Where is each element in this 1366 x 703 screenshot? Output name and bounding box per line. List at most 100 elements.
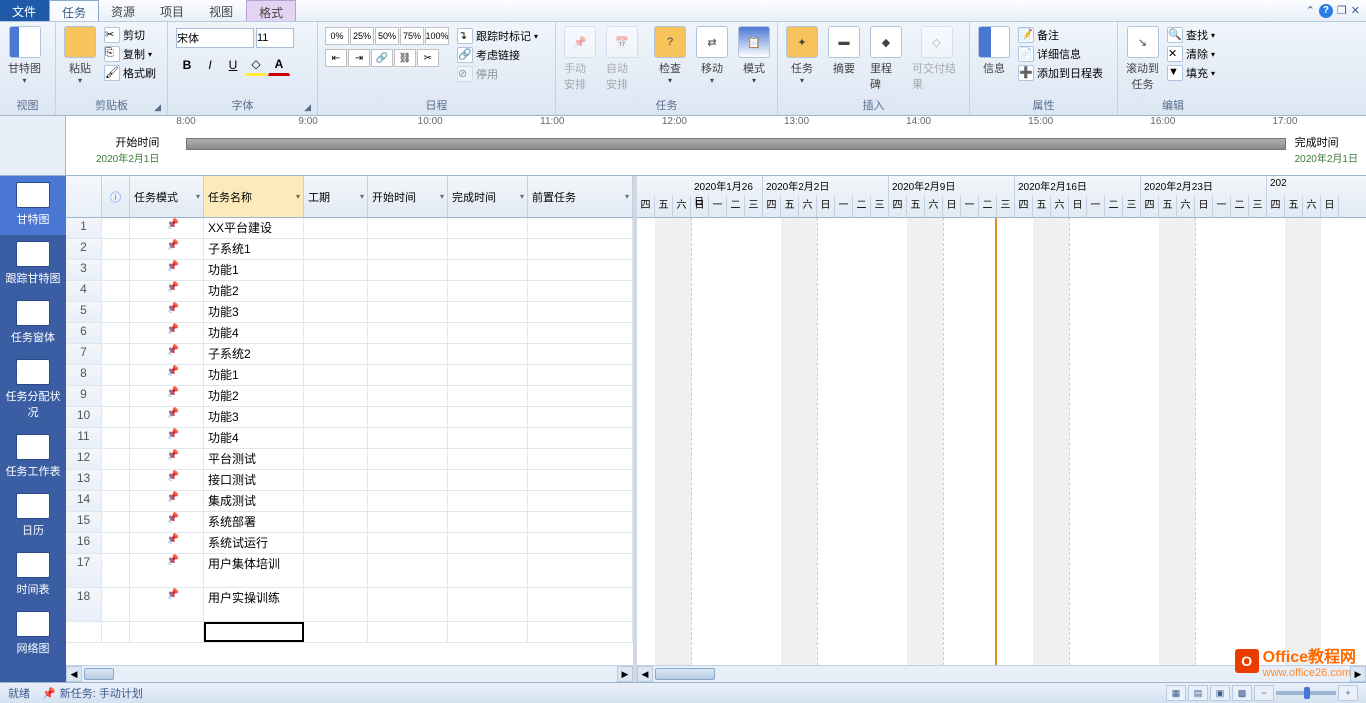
gantt-view-button[interactable]: 甘特图▾	[4, 24, 45, 87]
chevron-down-icon[interactable]: ▾	[196, 192, 200, 201]
format-painter-button[interactable]: 🖌格式刷	[102, 64, 158, 82]
minimize-ribbon-icon[interactable]: ⌃	[1306, 4, 1315, 17]
clear-button[interactable]: ✕清除▾	[1165, 45, 1217, 63]
font-launcher-icon[interactable]: ◢	[304, 102, 311, 113]
scroll-thumb[interactable]	[655, 668, 715, 680]
italic-button[interactable]: I	[199, 54, 221, 76]
viewbar-item[interactable]: 网络图	[0, 605, 66, 664]
scroll-left-icon[interactable]: ◀	[637, 666, 653, 682]
insert-summary-button[interactable]: ▬摘要	[824, 24, 864, 78]
consider-links-button[interactable]: 🔗考虑链接	[455, 46, 540, 64]
table-row[interactable]: 18用户实操训练	[66, 588, 633, 622]
zoom-in-icon[interactable]: +	[1338, 685, 1358, 701]
col-pred[interactable]: 前置任务▾	[528, 176, 633, 217]
scroll-to-task-button[interactable]: ↘滚动到任务	[1122, 24, 1163, 94]
table-row[interactable]: 17用户集体培训	[66, 554, 633, 588]
zoom-slider[interactable]	[1276, 691, 1336, 695]
zoom-out-icon[interactable]: −	[1254, 685, 1274, 701]
respect-links-button[interactable]: ↴跟踪时标记▾	[455, 27, 540, 45]
table-row[interactable]: 2子系统1	[66, 239, 633, 260]
pct-0-button[interactable]: 0%	[325, 27, 349, 45]
tab-view[interactable]: 视图	[197, 0, 246, 21]
table-row[interactable]: 10功能3	[66, 407, 633, 428]
viewbar-item[interactable]: 任务工作表	[0, 428, 66, 487]
insert-task-button[interactable]: ✦任务▾	[782, 24, 822, 87]
cut-button[interactable]: ✂剪切	[102, 26, 158, 44]
status-newtask[interactable]: 新任务: 手动计划	[60, 685, 143, 701]
tab-resource[interactable]: 资源	[99, 0, 148, 21]
tab-task[interactable]: 任务	[49, 0, 99, 21]
fill-button[interactable]: ▼填充▾	[1165, 64, 1217, 82]
viewbar-item[interactable]: 甘特图	[0, 176, 66, 235]
chevron-down-icon[interactable]: ▾	[440, 192, 444, 201]
clipboard-launcher-icon[interactable]: ◢	[154, 102, 161, 113]
viewbar-item[interactable]: 时间表	[0, 546, 66, 605]
table-row[interactable]: 11功能4	[66, 428, 633, 449]
unlink-button[interactable]: ⛓	[394, 49, 416, 67]
pct-75-button[interactable]: 75%	[400, 27, 424, 45]
col-duration[interactable]: 工期▾	[304, 176, 368, 217]
tab-project[interactable]: 项目	[148, 0, 197, 21]
col-finish[interactable]: 完成时间▾	[448, 176, 528, 217]
table-row[interactable]: 8功能1	[66, 365, 633, 386]
chevron-down-icon[interactable]: ▾	[625, 192, 629, 201]
copy-button[interactable]: ⎘复制▾	[102, 45, 158, 63]
outdent-button[interactable]: ⇤	[325, 49, 347, 67]
table-row-empty[interactable]	[66, 622, 633, 643]
pct-25-button[interactable]: 25%	[350, 27, 374, 45]
font-size-select[interactable]	[256, 28, 294, 48]
mode-button[interactable]: 📋模式▾	[734, 24, 774, 87]
table-row[interactable]: 4功能2	[66, 281, 633, 302]
bgcolor-button[interactable]: ◇	[245, 54, 267, 76]
add-timeline-button[interactable]: ➕添加到日程表	[1016, 64, 1105, 82]
grid-hscroll[interactable]: ◀ ▶	[66, 665, 633, 682]
find-button[interactable]: 🔍查找▾	[1165, 26, 1217, 44]
notes-button[interactable]: 📝备注	[1016, 26, 1105, 44]
indent-button[interactable]: ⇥	[348, 49, 370, 67]
view-net-icon[interactable]: ▩	[1232, 685, 1252, 701]
viewbar-item[interactable]: 跟踪甘特图	[0, 235, 66, 294]
link-button[interactable]: 🔗	[371, 49, 393, 67]
col-start[interactable]: 开始时间▾	[368, 176, 448, 217]
chevron-down-icon[interactable]: ▾	[360, 192, 364, 201]
details-button[interactable]: 📄详细信息	[1016, 45, 1105, 63]
viewbar-item[interactable]: 日历	[0, 487, 66, 546]
table-row[interactable]: 9功能2	[66, 386, 633, 407]
restore-icon[interactable]: ❐	[1337, 4, 1347, 17]
tab-format[interactable]: 格式	[246, 0, 296, 21]
inspect-button[interactable]: ?检查▾	[650, 24, 690, 87]
table-row[interactable]: 12平台测试	[66, 449, 633, 470]
pct-50-button[interactable]: 50%	[375, 27, 399, 45]
table-row[interactable]: 16系统试运行	[66, 533, 633, 554]
table-row[interactable]: 5功能3	[66, 302, 633, 323]
table-row[interactable]: 1XX平台建设	[66, 218, 633, 239]
viewbar-item[interactable]: 任务分配状况	[0, 353, 66, 428]
pct-100-button[interactable]: 100%	[425, 27, 449, 45]
col-info[interactable]: ⓘ	[102, 176, 130, 217]
close-icon[interactable]: ✕	[1351, 4, 1360, 17]
table-row[interactable]: 13接口测试	[66, 470, 633, 491]
chevron-down-icon[interactable]: ▾	[296, 192, 300, 201]
view-normal-icon[interactable]: ▦	[1166, 685, 1186, 701]
underline-button[interactable]: U	[222, 54, 244, 76]
col-name[interactable]: 任务名称▾	[204, 176, 304, 217]
tab-file[interactable]: 文件	[0, 0, 49, 21]
view-gantt-icon[interactable]: ▤	[1188, 685, 1208, 701]
scroll-thumb[interactable]	[84, 668, 114, 680]
table-row[interactable]: 7子系统2	[66, 344, 633, 365]
scroll-right-icon[interactable]: ▶	[617, 666, 633, 682]
scroll-left-icon[interactable]: ◀	[66, 666, 82, 682]
col-mode[interactable]: 任务模式▾	[130, 176, 204, 217]
move-button[interactable]: ⇄移动▾	[692, 24, 732, 87]
font-name-select[interactable]	[176, 28, 254, 48]
table-row[interactable]: 14集成测试	[66, 491, 633, 512]
paste-button[interactable]: 粘贴▾	[60, 24, 100, 87]
help-icon[interactable]: ?	[1319, 4, 1333, 18]
fontcolor-button[interactable]: A	[268, 54, 290, 76]
chevron-down-icon[interactable]: ▾	[520, 192, 524, 201]
table-row[interactable]: 6功能4	[66, 323, 633, 344]
bold-button[interactable]: B	[176, 54, 198, 76]
view-cal-icon[interactable]: ▣	[1210, 685, 1230, 701]
table-row[interactable]: 3功能1	[66, 260, 633, 281]
insert-milestone-button[interactable]: ◆里程碑	[866, 24, 906, 94]
